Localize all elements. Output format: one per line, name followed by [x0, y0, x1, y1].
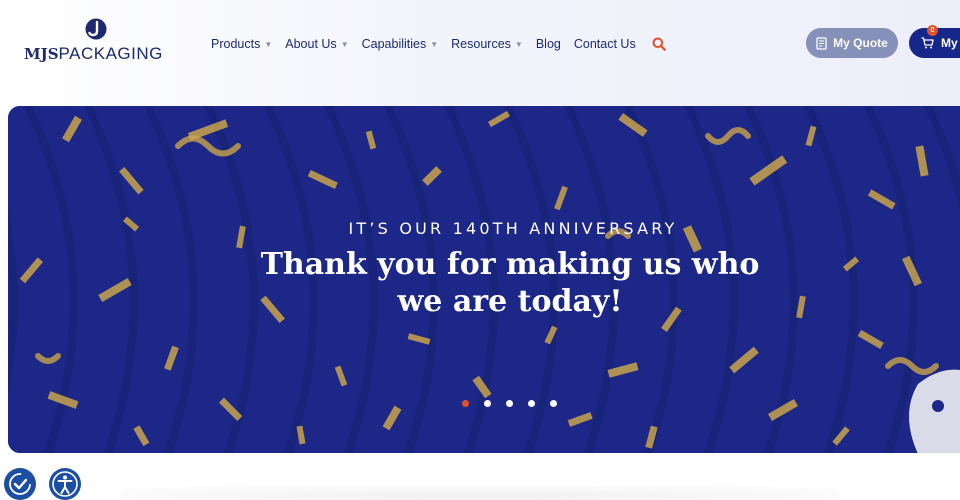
nav-item-about-us[interactable]: About Us ▼: [285, 37, 348, 51]
my-quote-button[interactable]: My Quote: [806, 28, 898, 58]
hero-banner: IT’S OUR 140TH ANNIVERSARY Thank you for…: [8, 106, 960, 453]
carousel-dot-2[interactable]: [484, 400, 491, 407]
carousel-dot-4[interactable]: [528, 400, 535, 407]
nav-item-blog[interactable]: Blog: [536, 37, 561, 51]
carousel-dot-5[interactable]: [550, 400, 557, 407]
chevron-down-icon: ▼: [340, 39, 349, 49]
accessibility-checker-button[interactable]: [4, 468, 36, 500]
carousel-dot-1[interactable]: [462, 400, 469, 407]
quote-document-icon: [816, 36, 827, 50]
nav-item-capabilities[interactable]: Capabilities ▼: [362, 37, 439, 51]
mjs-j-mark-icon: [85, 18, 107, 40]
carousel-dot-3[interactable]: [506, 400, 513, 407]
accessibility-menu-button[interactable]: [49, 468, 81, 500]
cart-count-badge: 0: [927, 25, 938, 36]
accessibility-person-icon: [50, 469, 80, 499]
hero-eyebrow: IT’S OUR 140TH ANNIVERSARY: [348, 219, 678, 238]
main-nav: Products ▼ About Us ▼ Capabilities ▼ Resour…: [211, 35, 666, 53]
chevron-down-icon: ▼: [514, 39, 523, 49]
content-edge-shadow: [120, 486, 840, 500]
logo[interactable]: MJSPACKAGING: [24, 16, 174, 66]
cart-button[interactable]: 0 My: [909, 25, 960, 58]
hero-title: Thank you for making us who we are today…: [260, 247, 760, 319]
cart-icon: [921, 37, 934, 49]
carousel-pagination: [462, 400, 572, 407]
chevron-down-icon: ▼: [264, 39, 273, 49]
nav-item-contact-us[interactable]: Contact Us: [574, 37, 636, 51]
logo-wordmark: MJSPACKAGING: [24, 44, 163, 63]
accessibility-checkmark-icon: [5, 469, 35, 499]
search-icon[interactable]: [652, 37, 666, 51]
nav-item-products[interactable]: Products ▼: [211, 37, 272, 51]
chevron-down-icon: ▼: [430, 39, 439, 49]
nav-item-resources[interactable]: Resources ▼: [451, 37, 523, 51]
